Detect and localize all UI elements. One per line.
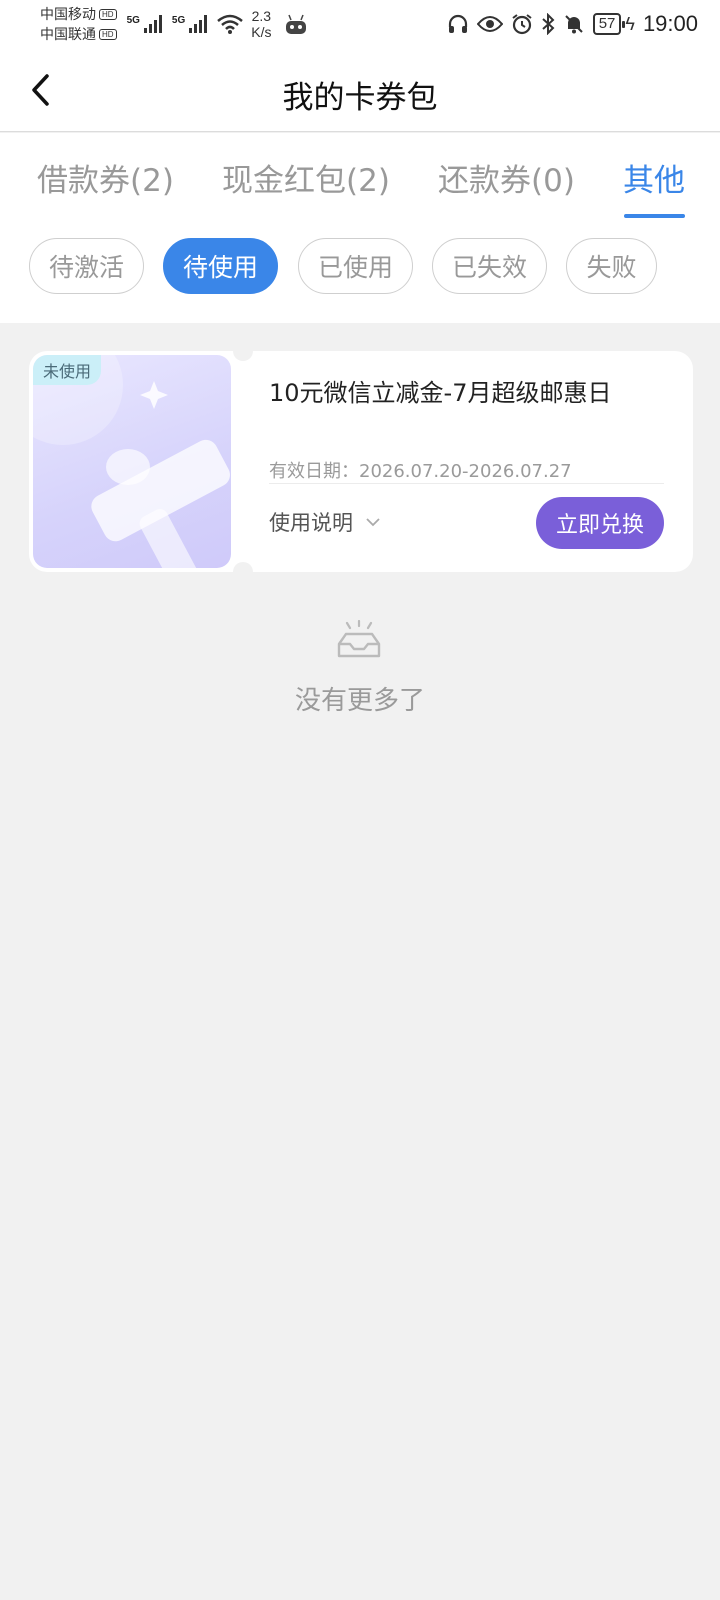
hd-badge: HD [99,28,117,40]
network-speed: 2.3 K/s [251,8,272,40]
filter-pending-activation[interactable]: 待激活 [29,238,144,294]
clock: 19:00 [642,11,698,36]
carrier-info: 中国移动 HD 中国联通 HD [40,4,117,44]
validity-date: 有效日期：2026.07.20-2026.07.27 [269,457,572,483]
divider [269,483,664,484]
page-title: 我的卡券包 [282,80,438,116]
category-tabs: 借款券(2) 现金红包(2) 还款券(0) 其他 [0,133,720,221]
signal-icon: 5G [127,15,162,33]
wifi-icon [217,14,244,34]
filter-expired[interactable]: 已失效 [432,238,547,294]
status-bar: 中国移动 HD 中国联通 HD 5G 5G 2.3 K/s 57 ϟ 19:00 [0,0,720,48]
eye-icon [476,16,503,32]
coupon-illustration-icon [33,355,230,568]
status-filters: 待激活 待使用 已使用 已失效 失败 [0,221,720,323]
usage-instructions-toggle[interactable]: 使用说明 [269,507,381,537]
coupon-title: 10元微信立减金-7月超级邮惠日 [269,379,612,407]
validity-range: 2026.07.20-2026.07.27 [359,461,572,482]
headphones-icon [448,14,467,33]
tab-loan-coupon[interactable]: 借款券(2) [37,155,174,200]
status-badge: 未使用 [33,355,102,385]
card-notch [233,562,253,582]
bluetooth-icon [542,13,555,35]
active-tab-indicator [624,214,685,218]
signal-icon: 5G [172,15,208,33]
filter-used[interactable]: 已使用 [298,238,413,294]
hd-badge: HD [99,8,117,20]
card-notch [233,341,253,361]
empty-tray-icon [337,620,381,658]
coupon-card[interactable]: 未使用 10元微信立减金-7月超级邮惠日 有效日期：2026.07.20-202… [29,341,693,582]
carrier-2: 中国联通 [40,26,96,42]
filter-pending-use[interactable]: 待使用 [163,238,278,294]
alarm-icon [512,14,532,35]
no-more-text: 没有更多了 [294,686,425,716]
tab-other[interactable]: 其他 [623,155,685,200]
robot-icon [286,14,307,34]
filter-failed[interactable]: 失败 [566,238,657,294]
charging-icon: ϟ [625,13,635,34]
bell-off-icon [565,15,583,34]
battery-level: 57 [592,13,626,35]
validity-label: 有效日期： [269,461,359,482]
chevron-down-icon [366,518,380,527]
redeem-button[interactable]: 立即兑换 [536,497,664,549]
carrier-1: 中国移动 [40,6,96,22]
header: 我的卡券包 [0,48,720,132]
tab-cash-red-packet[interactable]: 现金红包(2) [222,155,390,200]
usage-label: 使用说明 [269,511,353,535]
tab-repayment-coupon[interactable]: 还款券(0) [438,155,575,200]
coupon-image: 未使用 [33,355,231,568]
